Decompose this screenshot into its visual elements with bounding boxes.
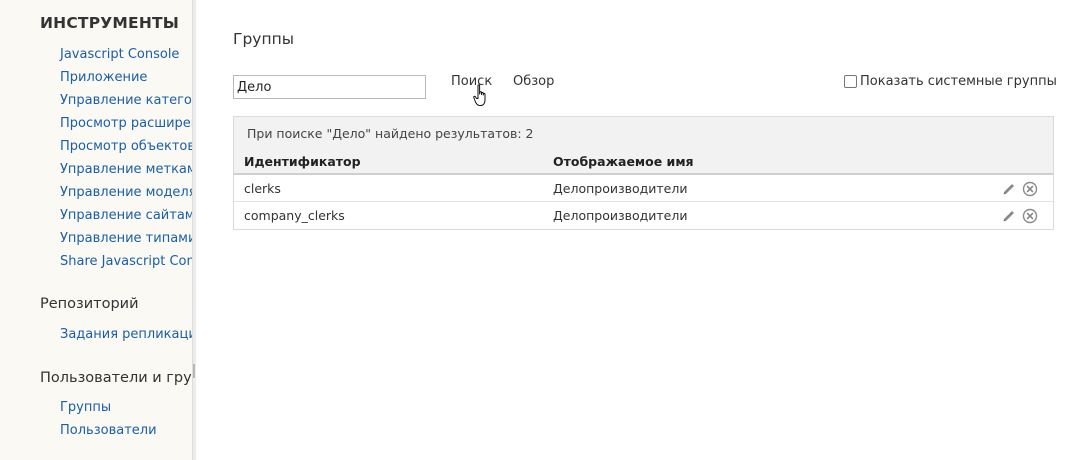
- search-input[interactable]: [233, 75, 426, 99]
- table-header: Идентификатор Отображаемое имя: [234, 149, 1053, 175]
- sidebar-item-node-browser[interactable]: Просмотр объектов: [60, 139, 192, 154]
- tools-section-title: ИНСТРУМЕНТЫ: [40, 14, 180, 32]
- sidebar-resizer[interactable]: [192, 0, 196, 460]
- sidebar-item-groups[interactable]: Группы: [60, 400, 111, 415]
- sidebar-item-replication-jobs[interactable]: Задания репликации: [60, 327, 192, 342]
- delete-icon[interactable]: [1022, 181, 1038, 197]
- group-id-cell: clerks: [244, 181, 281, 196]
- show-system-groups-label: Показать системные группы: [860, 74, 1057, 89]
- users-groups-section-title: Пользователи и групп: [40, 370, 192, 386]
- search-results-table: При поиске "Дело" найдено результатов: 2…: [233, 116, 1054, 230]
- sidebar-item-module-browser[interactable]: Просмотр расширен: [60, 116, 192, 131]
- sidebar-item-users[interactable]: Пользователи: [60, 423, 157, 438]
- sidebar-item-application[interactable]: Приложение: [60, 70, 147, 85]
- main-content: Группы Поиск Обзор Показать системные гр…: [233, 0, 1080, 460]
- show-system-groups-toggle[interactable]: Показать системные группы: [844, 74, 1057, 89]
- browse-button[interactable]: Обзор: [513, 74, 554, 89]
- sidebar-item-javascript-console[interactable]: Javascript Console: [60, 47, 179, 62]
- repository-section-title: Репозиторий: [40, 296, 139, 312]
- group-display-name-cell: Делопроизводители: [553, 181, 688, 196]
- show-system-groups-checkbox[interactable]: [844, 75, 857, 88]
- group-display-name-cell: Делопроизводители: [553, 208, 688, 223]
- sidebar-item-model-manager[interactable]: Управление моделя: [60, 185, 192, 200]
- sidebar-item-type-manager[interactable]: Управление типами: [60, 231, 192, 246]
- table-row: clerks Делопроизводители: [234, 175, 1053, 202]
- sidebar-item-category-manager[interactable]: Управление категор: [60, 93, 192, 108]
- edit-icon[interactable]: [1001, 208, 1017, 224]
- group-id-cell: company_clerks: [244, 208, 345, 223]
- delete-icon[interactable]: [1022, 208, 1038, 224]
- sidebar-item-tag-manager[interactable]: Управление метками: [60, 162, 192, 177]
- table-row: company_clerks Делопроизводители: [234, 202, 1053, 229]
- edit-icon[interactable]: [1001, 181, 1017, 197]
- results-summary: При поиске "Дело" найдено результатов: 2: [234, 117, 1053, 149]
- page-title: Группы: [233, 30, 294, 48]
- column-header-id[interactable]: Идентификатор: [244, 154, 361, 169]
- sidebar: ИНСТРУМЕНТЫ Javascript Console Приложени…: [0, 0, 192, 460]
- hand-cursor-icon: [473, 84, 486, 106]
- sidebar-item-site-manager[interactable]: Управление сайтами: [60, 208, 192, 223]
- resize-grip-icon[interactable]: [193, 364, 195, 378]
- column-header-display-name[interactable]: Отображаемое имя: [553, 154, 694, 169]
- sidebar-item-share-javascript-console[interactable]: Share Javascript Cons: [60, 254, 192, 269]
